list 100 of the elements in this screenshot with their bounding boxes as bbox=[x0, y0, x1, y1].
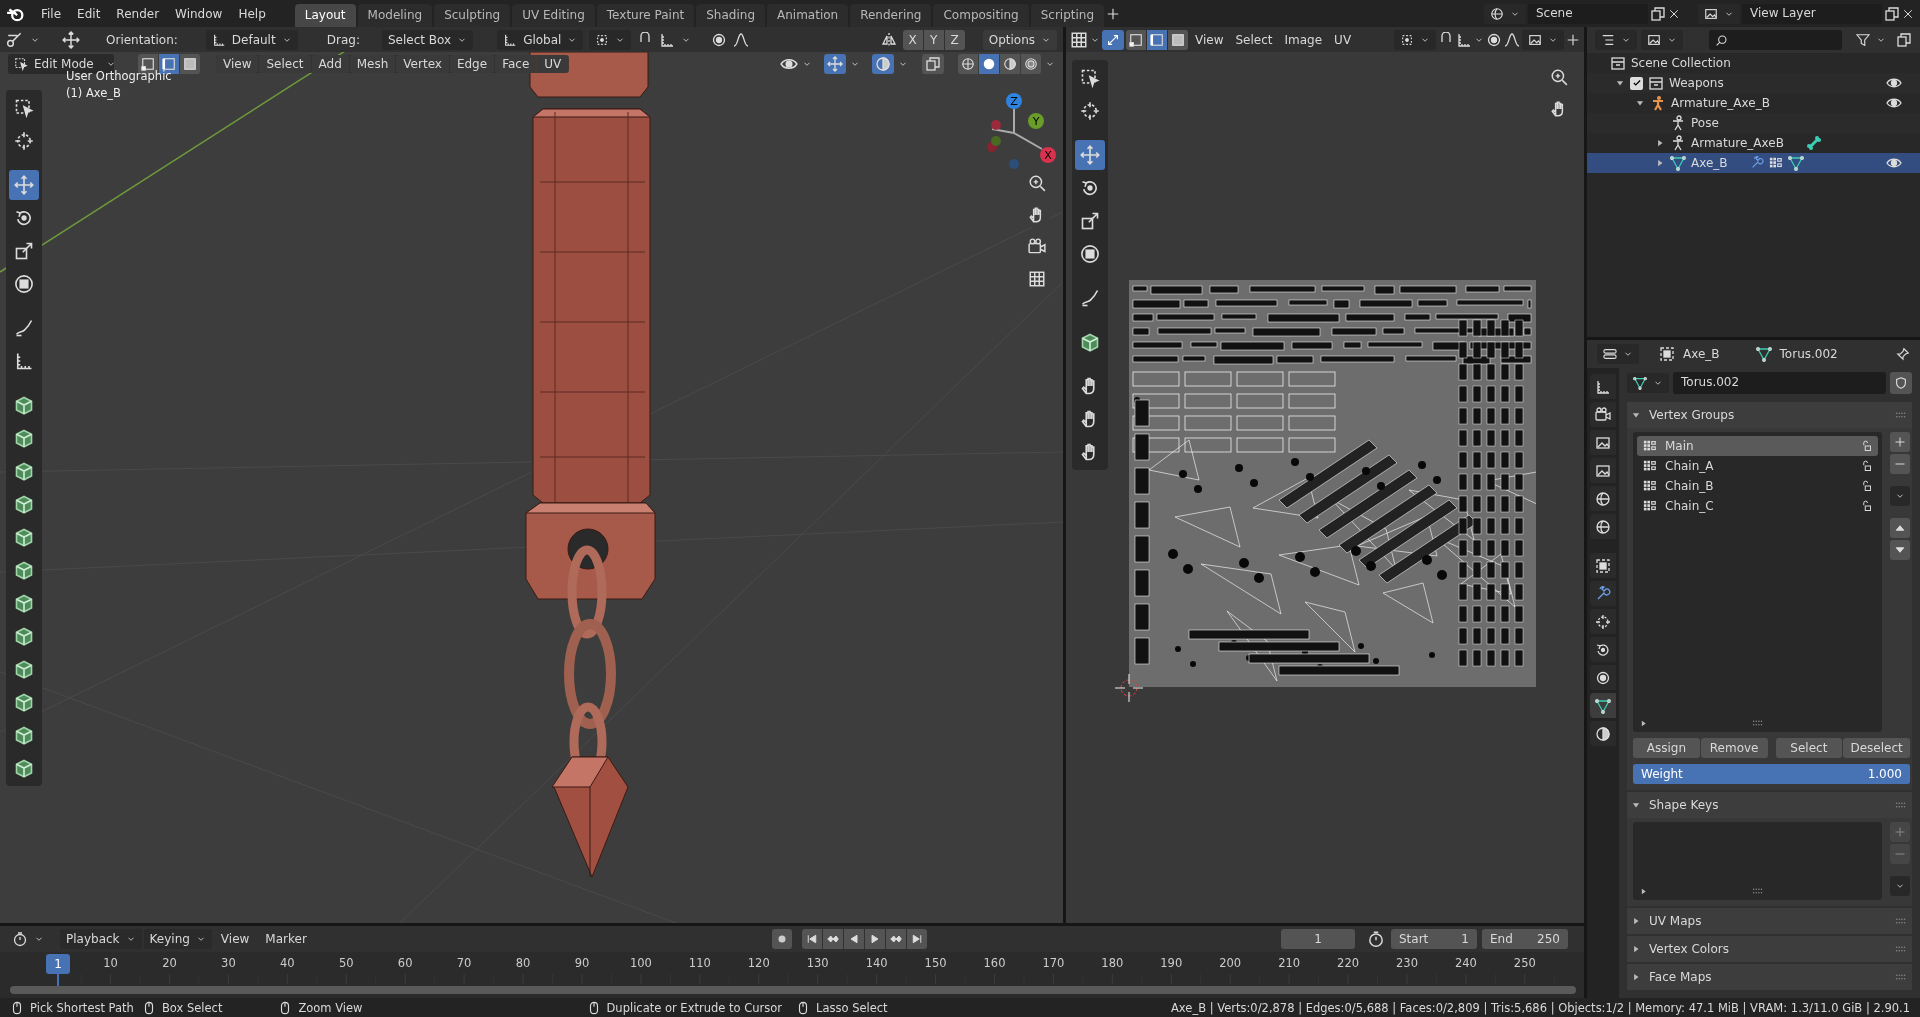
vertex-group-item[interactable]: Chain_A bbox=[1637, 456, 1878, 476]
orientation-label: Orientation: bbox=[106, 32, 178, 47]
menu-item[interactable]: Select bbox=[1230, 30, 1278, 49]
menu-item[interactable]: Render bbox=[109, 4, 167, 23]
menu-item[interactable]: Vertex bbox=[396, 55, 449, 73]
drag-label: Drag: bbox=[326, 32, 360, 47]
group-action-button[interactable]: Select bbox=[1775, 738, 1843, 758]
frame-number: 70 bbox=[456, 956, 472, 970]
workspace-tab[interactable]: Rendering bbox=[850, 4, 932, 27]
menu-item[interactable]: Select bbox=[259, 55, 311, 73]
mirror-axis-toggle[interactable]: Y bbox=[923, 29, 944, 50]
menu-item[interactable]: Edge bbox=[449, 55, 495, 73]
frame-number: 190 bbox=[1160, 956, 1183, 970]
workspace-tab[interactable]: Modeling bbox=[357, 4, 433, 27]
workspace-tab[interactable]: Texture Paint bbox=[596, 4, 695, 27]
menu-dropdown[interactable]: Playback bbox=[60, 929, 142, 949]
menu-item[interactable]: View bbox=[216, 55, 259, 73]
frame-number: 60 bbox=[397, 956, 413, 970]
workspace-tab[interactable]: UV Editing bbox=[512, 4, 595, 27]
slider-label: Weight bbox=[1641, 767, 1683, 781]
workspace-tab[interactable]: Shading bbox=[696, 4, 765, 27]
item-label: Chain_B bbox=[1665, 479, 1714, 493]
menu-item[interactable]: Image bbox=[1279, 30, 1328, 49]
group-action-button[interactable]: Deselect bbox=[1843, 738, 1910, 758]
vertex-group-item[interactable]: Main bbox=[1637, 436, 1878, 456]
drag-dropdown[interactable]: Select Box bbox=[382, 29, 474, 50]
scene-statistics: Axe_B | Verts:0/2,878 | Edges:0/5,688 | Faces:0/2,809 | Tris:5,686 | Objects:1/2 | Memory: 47.1 MiB | VRAM: 1.3/11.0 GiB | 2.90.1 bbox=[1171, 1000, 1910, 1015]
menu-dropdown[interactable]: Keying bbox=[143, 929, 212, 949]
current-frame-field[interactable]: 1 bbox=[1281, 929, 1355, 949]
mirror-axis-toggle[interactable]: X bbox=[902, 29, 923, 50]
panel-title: Face Maps bbox=[1649, 970, 1712, 984]
item-label: Chain_C bbox=[1665, 499, 1714, 513]
panel-header[interactable]: Shape Keys bbox=[1627, 792, 1912, 818]
menu-item[interactable]: Add bbox=[311, 55, 349, 73]
workspace-tab[interactable]: Animation bbox=[767, 4, 849, 27]
item-label[interactable]: Axe_B bbox=[1691, 156, 1728, 170]
orientation-dropdown[interactable]: Default bbox=[205, 29, 298, 50]
item-label[interactable]: Weapons bbox=[1669, 76, 1724, 90]
menu-item[interactable]: View bbox=[213, 930, 257, 948]
view-layer-field[interactable]: View Layer bbox=[1742, 3, 1882, 24]
shortcut-hint: Zoom View bbox=[298, 1000, 363, 1015]
panel-title: UV Maps bbox=[1649, 914, 1702, 928]
panel-header[interactable]: UV Maps bbox=[1627, 908, 1912, 934]
shortcut-hint: Box Select bbox=[161, 1000, 223, 1015]
panel-header[interactable]: Face Maps bbox=[1627, 964, 1912, 990]
mesh-name-field[interactable]: Torus.002 bbox=[1673, 372, 1886, 394]
frame-number: 220 bbox=[1337, 956, 1360, 970]
weight-slider[interactable]: Weight 1.000 bbox=[1633, 764, 1910, 784]
frame-number: 150 bbox=[924, 956, 947, 970]
frame-number: 120 bbox=[747, 956, 770, 970]
navigation-gizmo[interactable]: Z Y X bbox=[972, 89, 1056, 171]
item-label[interactable]: Armature_AxeB bbox=[1691, 136, 1784, 150]
frame-number: 130 bbox=[806, 956, 829, 970]
workspace-tab[interactable]: Sculpting bbox=[434, 4, 511, 27]
menu-item[interactable]: View bbox=[1190, 30, 1229, 49]
menu-item[interactable]: Mesh bbox=[349, 55, 396, 73]
frame-number: 100 bbox=[629, 956, 652, 970]
item-label: Main bbox=[1665, 439, 1694, 453]
vertex-group-item[interactable]: Chain_B bbox=[1637, 476, 1878, 496]
panel-header[interactable]: Vertex Groups bbox=[1627, 402, 1912, 428]
group-action-button[interactable]: Remove bbox=[1700, 738, 1768, 758]
vertex-group-item[interactable]: Chain_C bbox=[1637, 496, 1878, 516]
menu-item[interactable]: File bbox=[34, 4, 69, 23]
frame-number: 250 bbox=[1513, 956, 1536, 970]
item-label[interactable]: Scene Collection bbox=[1631, 56, 1731, 70]
mirror-axis-toggle[interactable]: Z bbox=[944, 29, 965, 50]
outliner-row[interactable]: Axe_B bbox=[1587, 153, 1920, 173]
scene-field[interactable]: Scene bbox=[1528, 3, 1648, 24]
panel-title: Vertex Groups bbox=[1649, 408, 1735, 422]
playhead[interactable]: 1 bbox=[46, 954, 70, 974]
frame-number: 90 bbox=[574, 956, 590, 970]
panel-title: Vertex Colors bbox=[1649, 942, 1729, 956]
mesh-name: Torus.002 bbox=[1779, 347, 1838, 361]
menu-item[interactable]: Face bbox=[495, 55, 537, 73]
frame-number: 160 bbox=[983, 956, 1006, 970]
workspace-tab[interactable]: Layout bbox=[294, 4, 356, 27]
menu-item[interactable]: Marker bbox=[258, 930, 314, 948]
slider-value: 1.000 bbox=[1867, 767, 1902, 781]
menu-item[interactable]: UV bbox=[537, 55, 569, 73]
frame-number: 40 bbox=[280, 956, 295, 970]
options-dropdown[interactable]: Options bbox=[982, 29, 1057, 50]
group-action-button[interactable]: Assign bbox=[1633, 738, 1700, 758]
workspace-tab[interactable]: Compositing bbox=[933, 4, 1029, 27]
workspace-tab[interactable]: Scripting bbox=[1030, 4, 1105, 27]
shortcut-hint: Pick Shortest Path bbox=[30, 1000, 134, 1015]
menu-item[interactable]: Edit bbox=[70, 4, 108, 23]
panel-header[interactable]: Vertex Colors bbox=[1627, 936, 1912, 962]
frame-number: 240 bbox=[1454, 956, 1477, 970]
menu-item[interactable]: Help bbox=[231, 4, 273, 23]
end-frame-field[interactable]: End 250 bbox=[1482, 929, 1568, 949]
start-frame-field[interactable]: Start 1 bbox=[1391, 929, 1477, 949]
object-name: Axe_B bbox=[1683, 347, 1720, 361]
menu-item[interactable]: Window bbox=[168, 4, 230, 23]
item-label[interactable]: Pose bbox=[1691, 116, 1719, 130]
item-label[interactable]: Armature_Axe_B bbox=[1671, 96, 1770, 110]
frame-number: 30 bbox=[221, 956, 236, 970]
transform-pivot-dropdown[interactable]: Global bbox=[497, 29, 584, 50]
frame-number: 50 bbox=[338, 956, 354, 970]
object-label: (1) Axe_B bbox=[66, 86, 122, 100]
menu-item[interactable]: UV bbox=[1329, 30, 1357, 49]
